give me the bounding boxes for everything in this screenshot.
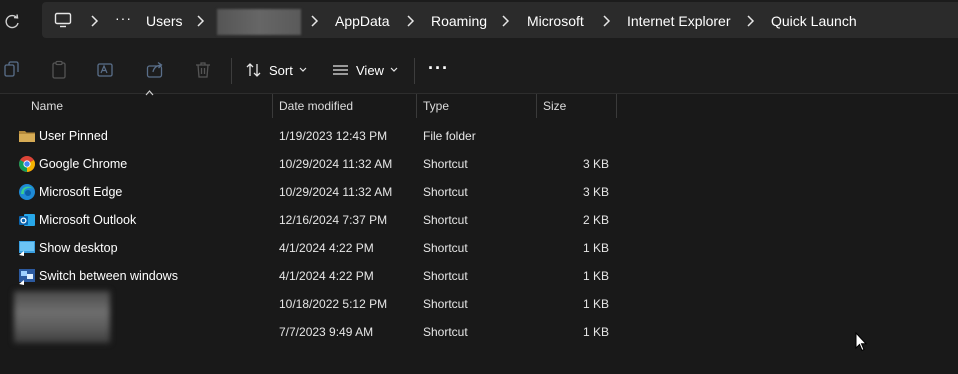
file-name: Microsoft Edge xyxy=(39,185,123,199)
address-bar[interactable]: ··· Users AppData Roaming Microsoft Inte… xyxy=(42,2,958,38)
column-header-date-modified[interactable]: Date modified xyxy=(279,99,353,113)
file-type: File folder xyxy=(423,129,476,143)
breadcrumb-users[interactable]: Users xyxy=(146,13,183,29)
chevron-right-icon[interactable] xyxy=(499,14,511,28)
chevron-down-icon xyxy=(390,67,398,72)
folder-icon xyxy=(19,131,35,142)
column-header-size[interactable]: Size xyxy=(543,99,566,113)
file-name: User Pinned xyxy=(39,129,108,143)
breadcrumb-quick-launch[interactable]: Quick Launch xyxy=(771,13,857,29)
view-list-icon xyxy=(333,65,348,75)
share-icon[interactable] xyxy=(145,60,165,80)
file-type: Shortcut xyxy=(423,325,468,339)
file-date: 10/29/2024 11:32 AM xyxy=(279,185,393,199)
chevron-down-icon xyxy=(299,67,307,72)
rename-icon[interactable] xyxy=(96,60,116,80)
file-row[interactable]: Google Chrome 10/29/2024 11:32 AM Shortc… xyxy=(0,150,958,178)
chevron-right-icon[interactable] xyxy=(744,14,756,28)
file-size: 3 KB xyxy=(582,157,609,171)
file-date: 4/1/2024 4:22 PM xyxy=(279,269,374,283)
file-row[interactable]: Show desktop 4/1/2024 4:22 PM Shortcut 1… xyxy=(0,234,958,262)
file-row[interactable]: 7/7/2023 9:49 AM Shortcut 1 KB xyxy=(0,318,958,346)
file-size: 3 KB xyxy=(582,185,609,199)
sort-icon xyxy=(246,63,261,77)
column-resize-handle[interactable] xyxy=(416,94,417,118)
chevron-right-icon[interactable] xyxy=(600,14,612,28)
delete-icon[interactable] xyxy=(193,60,213,80)
column-header-type[interactable]: Type xyxy=(423,99,449,113)
file-type: Shortcut xyxy=(423,269,468,283)
breadcrumb-appdata[interactable]: AppData xyxy=(335,13,389,29)
column-resize-handle[interactable] xyxy=(536,94,537,118)
column-resize-handle[interactable] xyxy=(616,94,617,118)
mouse-cursor-icon xyxy=(855,332,867,352)
file-name: Switch between windows xyxy=(39,269,178,283)
file-type: Shortcut xyxy=(423,213,468,227)
copy-icon[interactable] xyxy=(2,60,22,80)
this-pc-icon[interactable] xyxy=(54,12,72,28)
file-row[interactable]: User Pinned 1/19/2023 12:43 PM File fold… xyxy=(0,122,958,150)
breadcrumb-internet-explorer[interactable]: Internet Explorer xyxy=(627,13,731,29)
file-name: Microsoft Outlook xyxy=(39,213,137,227)
file-row[interactable]: Microsoft Outlook 12/16/2024 7:37 PM Sho… xyxy=(0,206,958,234)
file-date: 10/29/2024 11:32 AM xyxy=(279,157,393,171)
show-desktop-icon xyxy=(19,241,35,256)
chevron-right-icon[interactable] xyxy=(88,14,100,28)
file-row[interactable]: Microsoft Edge 10/29/2024 11:32 AM Short… xyxy=(0,178,958,206)
file-size: 1 KB xyxy=(582,269,609,283)
paste-icon[interactable] xyxy=(49,60,69,80)
file-row[interactable]: 10/18/2022 5:12 PM Shortcut 1 KB xyxy=(0,290,958,318)
file-type: Shortcut xyxy=(423,297,468,311)
chevron-right-icon[interactable] xyxy=(308,14,320,28)
file-size: 1 KB xyxy=(582,297,609,311)
chevron-right-icon[interactable] xyxy=(194,14,206,28)
file-type: Shortcut xyxy=(423,241,468,255)
toolbar-divider xyxy=(414,58,415,84)
file-date: 12/16/2024 7:37 PM xyxy=(279,213,388,227)
switch-windows-icon xyxy=(19,269,35,285)
sort-label: Sort xyxy=(269,62,293,78)
file-size: 2 KB xyxy=(582,213,609,227)
file-date: 10/18/2022 5:12 PM xyxy=(279,297,388,311)
outlook-icon xyxy=(19,214,35,226)
more-options-button[interactable]: ··· xyxy=(428,58,449,79)
view-button[interactable]: View xyxy=(332,60,398,80)
file-date: 7/7/2023 9:49 AM xyxy=(279,325,374,339)
column-header-name[interactable]: Name xyxy=(31,99,63,113)
file-row[interactable]: Switch between windows 4/1/2024 4:22 PM … xyxy=(0,262,958,290)
edge-icon xyxy=(19,184,35,200)
chrome-icon xyxy=(19,156,35,172)
refresh-icon[interactable] xyxy=(4,13,22,31)
command-bar: Sort View ··· xyxy=(0,46,958,94)
title-bar: ··· Users AppData Roaming Microsoft Inte… xyxy=(0,0,958,46)
breadcrumb-username-redacted[interactable] xyxy=(217,9,301,35)
sort-ascending-icon xyxy=(145,90,154,96)
column-resize-handle[interactable] xyxy=(272,94,273,118)
file-size: 1 KB xyxy=(582,325,609,339)
toolbar-divider xyxy=(231,58,232,84)
file-date: 1/19/2023 12:43 PM xyxy=(279,129,388,143)
file-type: Shortcut xyxy=(423,185,468,199)
view-label: View xyxy=(356,62,384,78)
file-type: Shortcut xyxy=(423,157,468,171)
hidden-path-button[interactable]: ··· xyxy=(115,10,132,26)
file-size: 1 KB xyxy=(582,241,609,255)
breadcrumb-roaming[interactable]: Roaming xyxy=(431,13,487,29)
sort-button[interactable]: Sort xyxy=(245,60,307,80)
chevron-right-icon[interactable] xyxy=(404,14,416,28)
column-header-row: Name Date modified Type Size xyxy=(0,90,958,118)
file-date: 4/1/2024 4:22 PM xyxy=(279,241,374,255)
file-name: Google Chrome xyxy=(39,157,128,171)
file-name: Show desktop xyxy=(39,241,118,255)
breadcrumb-microsoft[interactable]: Microsoft xyxy=(527,13,584,29)
